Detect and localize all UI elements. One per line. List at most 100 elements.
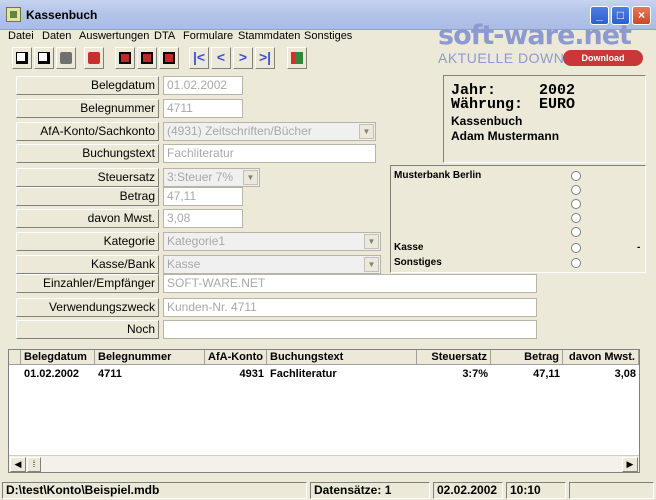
scroll-right-button[interactable]: ▶ bbox=[622, 457, 638, 472]
previous-icon: < bbox=[216, 49, 226, 65]
menu-formulare[interactable]: Formulare bbox=[183, 30, 233, 42]
steuersatz-value: 3:Steuer 7% bbox=[167, 170, 234, 184]
next-icon: > bbox=[238, 49, 248, 65]
header-belegdatum[interactable]: Belegdatum bbox=[21, 350, 95, 365]
radio-bank-3[interactable] bbox=[571, 199, 581, 209]
radio-bank-1[interactable] bbox=[571, 171, 581, 181]
status-time: 10:10 bbox=[506, 482, 566, 499]
menu-daten[interactable]: Daten bbox=[42, 30, 71, 42]
radio-bank-4[interactable] bbox=[571, 213, 581, 223]
table-cell[interactable]: 01.02.2002 bbox=[21, 368, 95, 382]
report-2-icon bbox=[141, 52, 153, 64]
copy-button[interactable] bbox=[34, 47, 54, 69]
kasse-bank-select[interactable]: Kasse ▼ bbox=[163, 255, 381, 274]
scroll-left-button[interactable]: ◀ bbox=[10, 457, 26, 472]
kategorie-select[interactable]: Kategorie1 ▼ bbox=[163, 232, 381, 251]
copy-icon bbox=[38, 52, 50, 64]
header-afa-konto[interactable]: AfA-Konto bbox=[205, 350, 267, 365]
chevron-down-icon[interactable]: ▼ bbox=[243, 170, 258, 185]
print-button[interactable] bbox=[84, 47, 104, 69]
last-record-button[interactable]: >| bbox=[255, 47, 275, 69]
steuersatz-select[interactable]: 3:Steuer 7% ▼ bbox=[163, 168, 260, 187]
radio-sonstiges[interactable] bbox=[571, 258, 581, 268]
table-cell[interactable]: 3:7% bbox=[417, 368, 491, 382]
info-panel: Jahr: 2002 Währung: EURO Kassenbuch Adam… bbox=[443, 75, 646, 163]
info-line-4: Adam Mustermann bbox=[451, 129, 560, 143]
belegdatum-field[interactable]: 01.02.2002 bbox=[163, 76, 243, 95]
label-belegnummer: Belegnummer bbox=[16, 99, 159, 118]
afa-konto-value: (4931) Zeitschriften/Bücher bbox=[167, 124, 312, 138]
label-betrag: Betrag bbox=[16, 187, 159, 206]
bank-label-musterbank: Musterbank Berlin bbox=[394, 170, 482, 181]
afa-konto-select[interactable]: (4931) Zeitschriften/Bücher ▼ bbox=[163, 122, 376, 141]
app-icon bbox=[6, 7, 21, 22]
header-mwst[interactable]: davon Mwst. bbox=[563, 350, 639, 365]
row-selector-header bbox=[9, 350, 21, 365]
report-3-icon bbox=[163, 52, 175, 64]
horizontal-scrollbar[interactable]: ◀ ⁞ ▶ bbox=[9, 455, 639, 472]
report-2-button[interactable] bbox=[137, 47, 157, 69]
chevron-down-icon[interactable]: ▼ bbox=[359, 124, 374, 139]
records-table[interactable]: Belegdatum Belegnummer AfA-Konto Buchung… bbox=[8, 349, 640, 473]
bank-label-kasse: Kasse bbox=[394, 242, 424, 253]
header-belegnummer[interactable]: Belegnummer bbox=[95, 350, 205, 365]
table-cell[interactable]: 4931 bbox=[205, 368, 267, 382]
window-title: Kassenbuch bbox=[26, 8, 98, 22]
report-icon bbox=[119, 52, 131, 64]
menu-stammdaten[interactable]: Stammdaten bbox=[238, 30, 300, 42]
label-einzahler: Einzahler/Empfänger bbox=[16, 274, 159, 293]
label-belegdatum: Belegdatum bbox=[16, 76, 159, 95]
menu-sonstiges[interactable]: Sonstiges bbox=[304, 30, 352, 42]
delete-button[interactable] bbox=[56, 47, 76, 69]
label-kasse-bank: Kasse/Bank bbox=[16, 255, 159, 274]
bank-panel: Musterbank Berlin Kasse - Sonstiges bbox=[390, 165, 646, 273]
radio-kasse[interactable] bbox=[571, 243, 581, 253]
label-noch: Noch bbox=[16, 320, 159, 339]
previous-record-button[interactable]: < bbox=[211, 47, 231, 69]
status-empty bbox=[569, 482, 654, 499]
waehrung-label: Währung: bbox=[451, 96, 524, 113]
new-button[interactable] bbox=[12, 47, 32, 69]
label-buchungstext: Buchungstext bbox=[16, 144, 159, 163]
label-steuersatz: Steuersatz bbox=[16, 168, 159, 187]
bank-label-sonstiges: Sonstiges bbox=[394, 257, 442, 268]
print-icon bbox=[88, 52, 100, 64]
label-verwendungszweck: Verwendungszweck bbox=[16, 298, 159, 317]
table-cell[interactable]: Fachliteratur bbox=[267, 368, 417, 382]
buchungstext-field[interactable]: Fachliteratur bbox=[163, 144, 376, 163]
header-betrag[interactable]: Betrag bbox=[491, 350, 563, 365]
exit-button[interactable] bbox=[287, 47, 307, 69]
chevron-down-icon[interactable]: ▼ bbox=[364, 257, 379, 272]
report-3-button[interactable] bbox=[159, 47, 179, 69]
next-record-button[interactable]: > bbox=[233, 47, 253, 69]
belegnummer-field[interactable]: 4711 bbox=[163, 99, 243, 118]
verwendungszweck-field[interactable]: Kunden-Nr. 4711 bbox=[163, 298, 537, 317]
betrag-field[interactable]: 47,11 bbox=[163, 187, 243, 206]
menu-dta[interactable]: DTA bbox=[154, 30, 175, 42]
table-cell[interactable]: 47,11 bbox=[491, 368, 563, 382]
kasse-extra: - bbox=[637, 242, 641, 253]
toolbar: |< < > >| bbox=[0, 45, 656, 71]
header-buchungstext[interactable]: Buchungstext bbox=[267, 350, 417, 365]
table-cell[interactable]: 3,08 bbox=[563, 368, 639, 382]
header-steuersatz[interactable]: Steuersatz bbox=[417, 350, 491, 365]
radio-bank-5[interactable] bbox=[571, 227, 581, 237]
status-records: Datensätze: 1 bbox=[310, 482, 430, 499]
chevron-down-icon[interactable]: ▼ bbox=[364, 234, 379, 249]
new-icon bbox=[16, 52, 28, 64]
radio-bank-2[interactable] bbox=[571, 185, 581, 195]
info-line-3: Kassenbuch bbox=[451, 114, 523, 128]
report-button[interactable] bbox=[115, 47, 135, 69]
kategorie-value: Kategorie1 bbox=[167, 234, 226, 248]
menu-auswertungen[interactable]: Auswertungen bbox=[79, 30, 149, 42]
mwst-field[interactable]: 3,08 bbox=[163, 209, 243, 228]
einzahler-field[interactable]: SOFT-WARE.NET bbox=[163, 274, 537, 293]
last-icon: >| bbox=[258, 49, 272, 65]
menu-datei[interactable]: Datei bbox=[8, 30, 34, 42]
noch-field[interactable] bbox=[163, 320, 537, 339]
table-cell[interactable]: 4711 bbox=[95, 368, 205, 382]
first-record-button[interactable]: |< bbox=[189, 47, 209, 69]
scroll-thumb[interactable]: ⁞ bbox=[27, 457, 41, 472]
status-path: D:\test\Konto\Beispiel.mdb bbox=[2, 482, 307, 499]
label-afa-konto: AfA-Konto/Sachkonto bbox=[16, 122, 159, 141]
